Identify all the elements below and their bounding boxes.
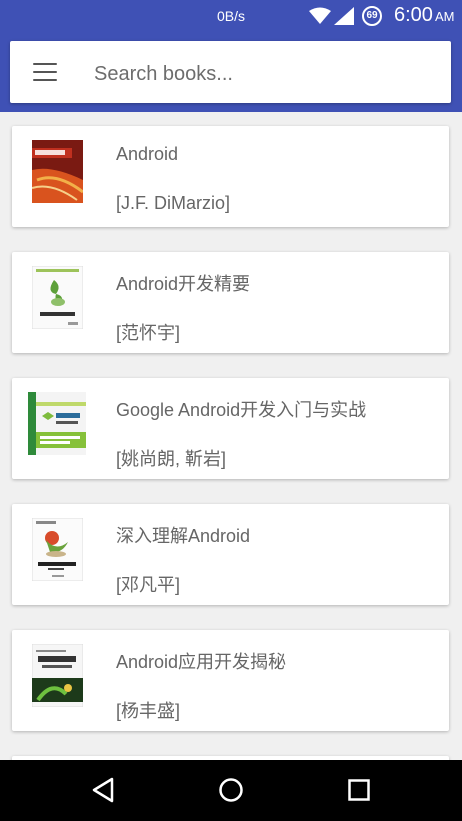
book-card[interactable]: Android [J.F. DiMarzio] xyxy=(12,126,449,227)
book-cover xyxy=(32,266,83,329)
book-author: [J.F. DiMarzio] xyxy=(116,193,231,213)
book-cover xyxy=(32,140,83,203)
net-speed: 0B/s xyxy=(217,8,246,24)
wifi-icon xyxy=(309,7,331,24)
book-author: [杨丰盛] xyxy=(116,701,181,721)
menu-icon[interactable] xyxy=(33,63,57,81)
book-author: [范怀宇] xyxy=(116,323,181,343)
back-icon[interactable] xyxy=(91,777,115,803)
clock-time: 6:00 xyxy=(394,4,433,26)
book-cover xyxy=(28,392,86,455)
home-icon[interactable] xyxy=(218,777,244,803)
search-bar xyxy=(10,41,451,103)
search-input[interactable] xyxy=(92,59,426,89)
book-card[interactable]: Android应用开发揭秘 [杨丰盛] xyxy=(12,630,449,731)
recents-icon[interactable] xyxy=(348,779,370,801)
book-author: [姚尚朗, 靳岩] xyxy=(116,449,227,469)
signal-icon xyxy=(334,7,354,25)
battery-level: 69 xyxy=(366,10,378,21)
clock-ampm: AM xyxy=(434,9,455,24)
book-card[interactable]: Google Android开发入门与实战 [姚尚朗, 靳岩] xyxy=(12,378,449,479)
book-title: Android应用开发揭秘 xyxy=(116,652,287,672)
status-bar: 0B/s 69 6:00 AM xyxy=(0,0,462,32)
clock: 6:00 AM xyxy=(394,4,454,27)
nav-bar xyxy=(0,760,462,821)
book-title: 深入理解Android xyxy=(116,526,251,546)
book-title: Android开发精要 xyxy=(116,274,251,294)
book-title: Google Android开发入门与实战 xyxy=(116,400,367,420)
book-card[interactable]: Android开发精要 [范怀宇] xyxy=(12,252,449,353)
app-bar xyxy=(0,32,462,112)
book-cover xyxy=(32,518,83,581)
book-cover xyxy=(32,644,83,707)
book-card[interactable]: 深入理解Android [邓凡平] xyxy=(12,504,449,605)
battery-icon: 69 xyxy=(362,6,382,26)
book-author: [邓凡平] xyxy=(116,575,181,595)
book-title: Android xyxy=(116,144,179,164)
